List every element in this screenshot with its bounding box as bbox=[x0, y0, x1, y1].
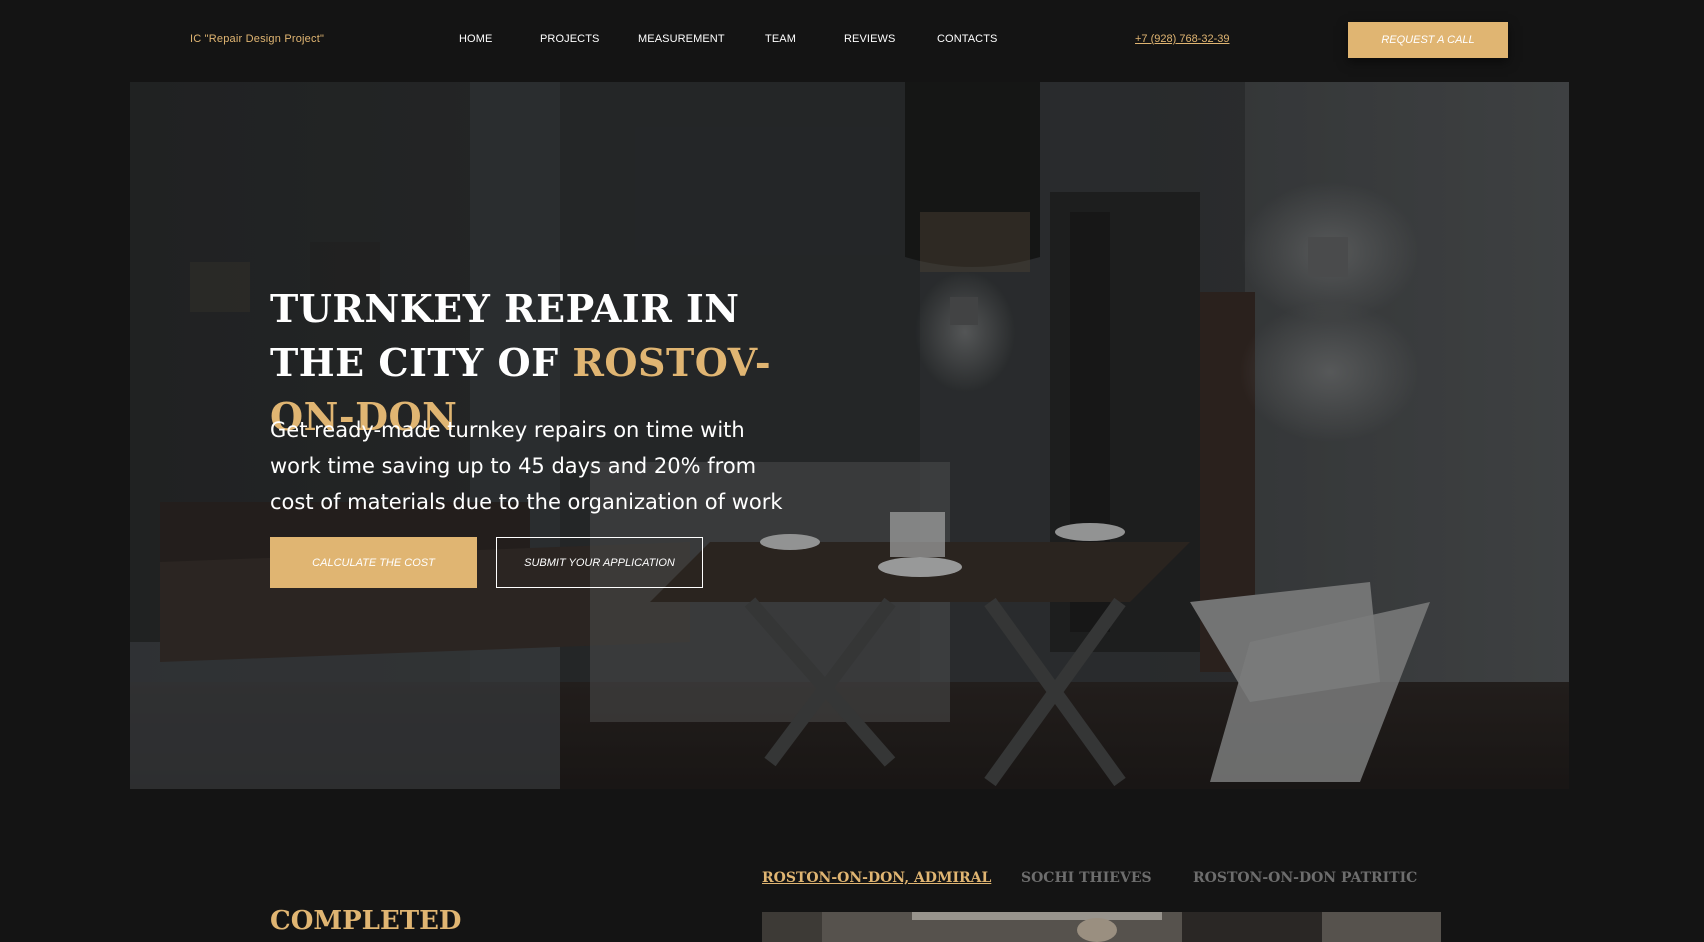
calculate-cost-button[interactable]: CALCULATE THE COST bbox=[270, 537, 477, 588]
nav-team[interactable]: TEAM bbox=[765, 33, 796, 45]
logo[interactable]: IC "Repair Design Project" bbox=[190, 33, 324, 45]
phone-link[interactable]: +7 (928) 768-32-39 bbox=[1135, 33, 1229, 45]
submit-application-button[interactable]: SUBMIT YOUR APPLICATION bbox=[496, 537, 703, 588]
request-call-button[interactable]: REQUEST A CALL bbox=[1348, 22, 1508, 58]
hero-subtitle: Get ready-made turnkey repairs on time w… bbox=[270, 418, 783, 514]
tab-sochi-thieves[interactable]: SOCHI THIEVES bbox=[1021, 870, 1152, 886]
nav-home[interactable]: HOME bbox=[459, 33, 492, 45]
tab-roston-on-don-patritic[interactable]: ROSTON-ON-DON PATRITIC bbox=[1193, 870, 1417, 886]
nav-measurement[interactable]: MEASUREMENT bbox=[638, 33, 725, 45]
completed-projects-heading: COMPLETED bbox=[270, 906, 462, 936]
nav-projects[interactable]: PROJECTS bbox=[540, 33, 599, 45]
nav-contacts[interactable]: CONTACTS bbox=[937, 33, 997, 45]
project-preview-image bbox=[762, 912, 1441, 942]
tab-roston-on-don-admiral[interactable]: ROSTON-ON-DON, ADMIRAL bbox=[762, 870, 991, 886]
hero-section: TURNKEY REPAIR IN THE CITY OF ROSTOV-ON-… bbox=[130, 82, 1569, 789]
site-header: IC "Repair Design Project" HOME PROJECTS… bbox=[0, 0, 1704, 80]
project-preview-graphic bbox=[762, 912, 1441, 942]
nav-reviews[interactable]: REVIEWS bbox=[844, 33, 895, 45]
